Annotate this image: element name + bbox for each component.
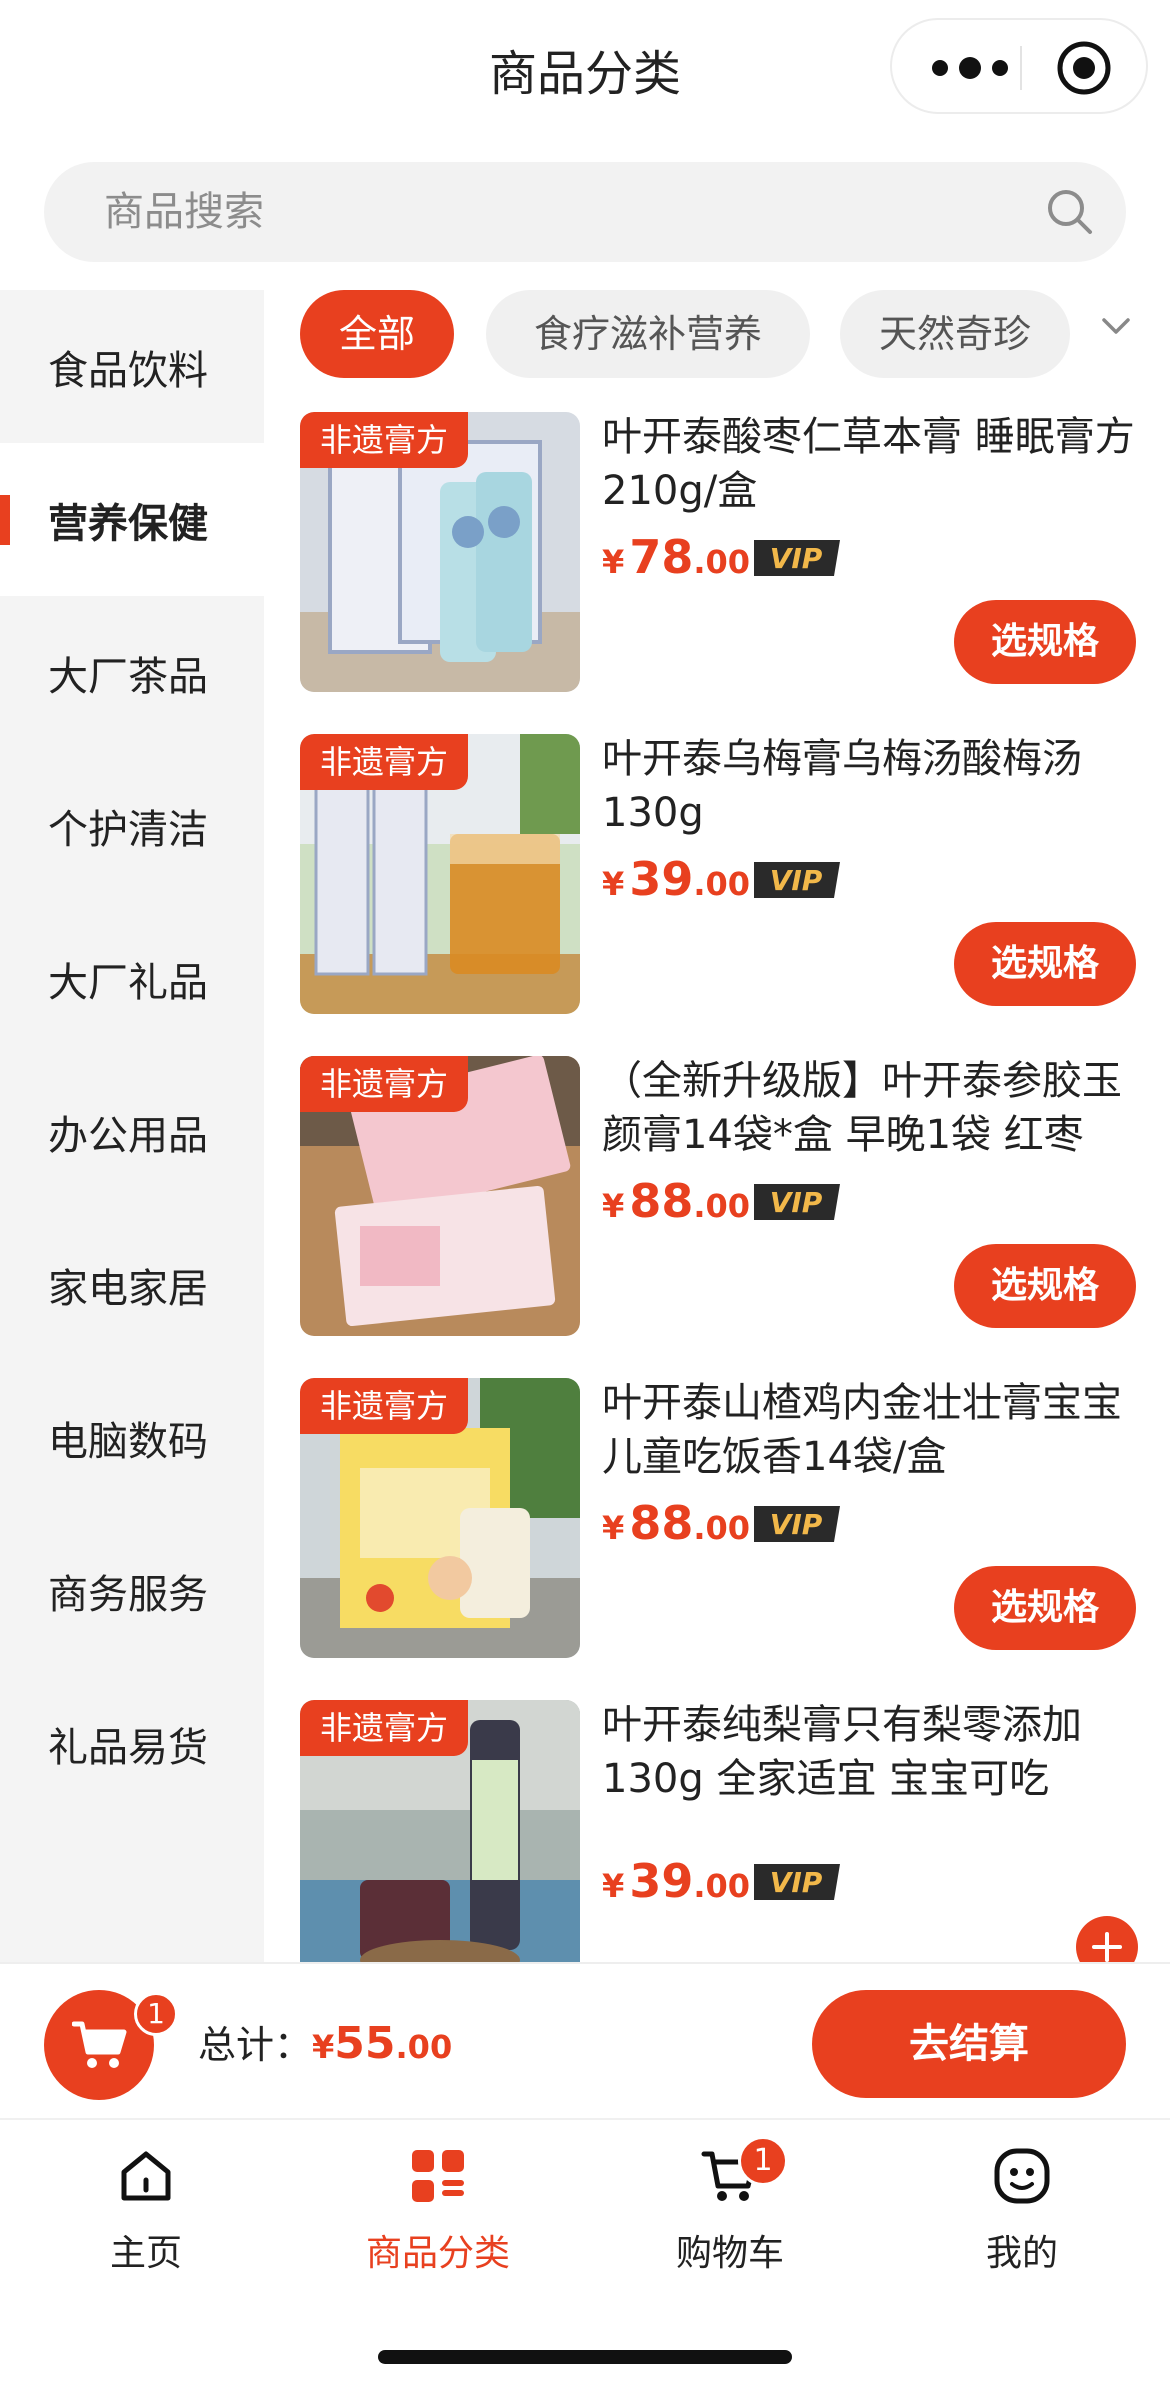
search-icon[interactable] (1044, 186, 1096, 238)
plus-icon (1092, 1932, 1122, 1962)
search-input[interactable] (104, 184, 1004, 240)
sidebar-item-label: 家电家居 (48, 1265, 208, 1312)
vip-badge: VIP (754, 862, 840, 898)
product-card[interactable]: 非遗膏方 叶开泰纯梨膏只有梨零添加130g 全家适宜 宝宝可吃 ¥ 39.00 … (264, 1688, 1170, 1962)
tab-category[interactable]: 商品分类 (292, 2120, 584, 2310)
svg-text:VIP: VIP (770, 864, 823, 897)
sidebar-item-label: 礼品易货 (48, 1724, 208, 1771)
product-image[interactable]: 非遗膏方 (300, 412, 580, 692)
cart-tab-badge: 1 (738, 2136, 788, 2186)
product-tag: 非遗膏方 (300, 1056, 469, 1112)
capsule-divider (1020, 46, 1022, 90)
select-spec-button[interactable]: 选规格 (954, 922, 1136, 1006)
sidebar-item-personal-care[interactable]: 个护清洁 (0, 749, 264, 902)
cart-count-badge: 1 (134, 1992, 178, 2036)
product-price: ¥ 39.00 (602, 852, 751, 906)
sidebar-item-barter[interactable]: 礼品易货 (0, 1667, 264, 1820)
sidebar-item-label: 大厂茶品 (48, 653, 208, 700)
home-indicator (378, 2350, 792, 2364)
product-title[interactable]: 叶开泰酸枣仁草本膏 睡眠膏方 210g/盒 (602, 410, 1148, 518)
cart-total: 总计：¥55.00 (198, 2018, 453, 2069)
search-bar[interactable] (44, 162, 1126, 262)
product-card[interactable]: 非遗膏方 叶开泰酸枣仁草本膏 睡眠膏方 210g/盒 ¥ 78.00 VIP 选… (264, 400, 1170, 700)
nav-header: 商品分类 (0, 0, 1170, 140)
checkout-button[interactable]: 去结算 (812, 1990, 1126, 2098)
product-title[interactable]: 叶开泰乌梅膏乌梅汤酸梅汤130g (602, 732, 1148, 840)
product-price: ¥ 39.00 (602, 1854, 751, 1908)
tab-label: 商品分类 (365, 2233, 510, 2274)
chevron-down-icon[interactable] (1092, 306, 1140, 346)
chip-all[interactable]: 全部 (300, 290, 454, 378)
sidebar-item-home-appliances[interactable]: 家电家居 (0, 1208, 264, 1361)
tab-label: 购物车 (675, 2233, 784, 2274)
home-icon (121, 2151, 171, 2201)
cart-summary-bar: 1 总计：¥55.00 去结算 (0, 1962, 1170, 2118)
sidebar-item-label: 食品饮料 (48, 347, 208, 394)
product-price: ¥ 88.00 (602, 1174, 751, 1228)
category-icon (412, 2150, 464, 2202)
product-price: ¥ 78.00 (602, 530, 751, 584)
product-image[interactable]: 非遗膏方 (300, 734, 580, 1014)
cart-icon (72, 2021, 127, 2068)
product-image[interactable]: 非遗膏方 (300, 1056, 580, 1336)
product-image[interactable]: 非遗膏方 (300, 1700, 580, 1962)
chip-natural-treasures[interactable]: 天然奇珍 (840, 290, 1070, 378)
vip-badge: VIP (754, 1864, 840, 1900)
vip-badge: VIP (754, 1506, 840, 1542)
sidebar-item-business[interactable]: 商务服务 (0, 1514, 264, 1667)
tab-home[interactable]: 主页 (0, 2120, 292, 2310)
sidebar-item-label: 电脑数码 (48, 1418, 208, 1465)
product-card[interactable]: 非遗膏方 叶开泰乌梅膏乌梅汤酸梅汤130g ¥ 39.00 VIP 选规格 (264, 722, 1170, 1022)
sidebar-item-label: 商务服务 (48, 1571, 208, 1618)
sidebar-item-office[interactable]: 办公用品 (0, 1055, 264, 1208)
product-tag: 非遗膏方 (300, 1378, 469, 1434)
sidebar-item-label: 办公用品 (48, 1112, 208, 1159)
product-title[interactable]: 叶开泰纯梨膏只有梨零添加130g 全家适宜 宝宝可吃 (602, 1698, 1148, 1806)
sidebar-item-label: 大厂礼品 (48, 959, 208, 1006)
svg-text:VIP: VIP (770, 1186, 823, 1219)
tab-label: 主页 (109, 2233, 182, 2274)
product-title[interactable]: 叶开泰山楂鸡内金壮壮膏宝宝儿童吃饭香14袋/盒 (602, 1376, 1148, 1484)
sidebar-item-tea[interactable]: 大厂茶品 (0, 596, 264, 749)
svg-text:VIP: VIP (770, 1508, 823, 1541)
product-list: 非遗膏方 叶开泰酸枣仁草本膏 睡眠膏方 210g/盒 ¥ 78.00 VIP 选… (264, 400, 1170, 1962)
product-card[interactable]: 非遗膏方 叶开泰山楂鸡内金壮壮膏宝宝儿童吃饭香14袋/盒 ¥ 88.00 VIP… (264, 1366, 1170, 1666)
select-spec-button[interactable]: 选规格 (954, 1566, 1136, 1650)
select-spec-button[interactable]: 选规格 (954, 1244, 1136, 1328)
tab-profile[interactable]: 我的 (876, 2120, 1168, 2310)
vip-badge: VIP (754, 540, 840, 576)
vip-badge: VIP (754, 1184, 840, 1220)
more-icon[interactable] (928, 48, 1012, 88)
close-target-icon[interactable] (1056, 40, 1112, 96)
sidebar-item-gifts[interactable]: 大厂礼品 (0, 902, 264, 1055)
product-tag: 非遗膏方 (300, 734, 469, 790)
product-tag: 非遗膏方 (300, 1700, 469, 1756)
sidebar-item-label: 营养保健 (48, 500, 208, 547)
category-sidebar: 食品饮料 营养保健 大厂茶品 个护清洁 大厂礼品 办公用品 家电家居 电脑数码 … (0, 290, 264, 1962)
profile-icon (994, 2148, 1050, 2204)
product-card[interactable]: 非遗膏方 （全新升级版】叶开泰参胶玉颜膏14袋*盒 早晚1袋 红枣 ¥ 88.0… (264, 1044, 1170, 1344)
sidebar-item-label: 个护清洁 (48, 806, 208, 853)
sidebar-item-digital[interactable]: 电脑数码 (0, 1361, 264, 1514)
sidebar-item-nutrition[interactable]: 营养保健 (0, 443, 264, 596)
mini-program-capsule (890, 18, 1148, 114)
sidebar-item-food-drinks[interactable]: 食品饮料 (0, 290, 264, 443)
product-title[interactable]: （全新升级版】叶开泰参胶玉颜膏14袋*盒 早晚1袋 红枣 (602, 1054, 1148, 1162)
product-price: ¥ 88.00 (602, 1496, 751, 1550)
svg-text:VIP: VIP (770, 1866, 823, 1899)
tab-label: 我的 (985, 2233, 1058, 2274)
add-to-cart-button[interactable] (1076, 1916, 1138, 1962)
tab-cart[interactable]: 1 购物车 (584, 2120, 876, 2310)
product-image[interactable]: 非遗膏方 (300, 1378, 580, 1658)
svg-text:VIP: VIP (770, 542, 823, 575)
chip-dietary-nutrition[interactable]: 食疗滋补营养 (486, 290, 810, 378)
product-tag: 非遗膏方 (300, 412, 469, 468)
select-spec-button[interactable]: 选规格 (954, 600, 1136, 684)
